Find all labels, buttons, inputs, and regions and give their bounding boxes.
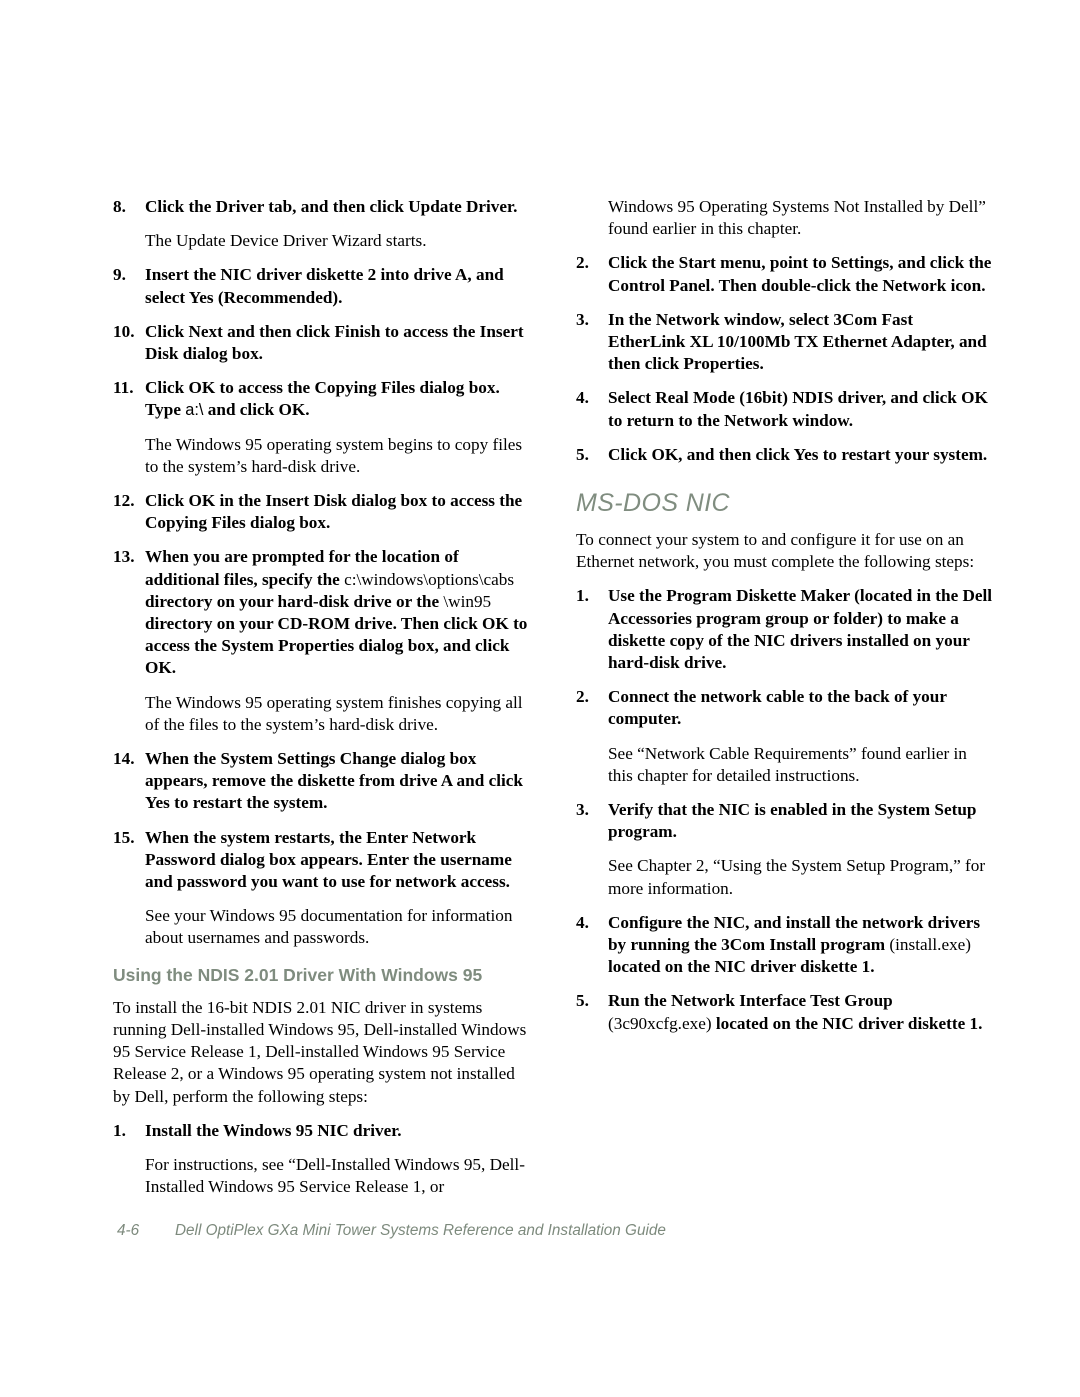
step-number: 9.	[113, 265, 126, 285]
section-heading: MS-DOS NIC	[576, 489, 730, 518]
inline-bold: Insert the NIC driver diskette 2 into dr…	[145, 265, 504, 307]
document-page: 8. Click the Driver tab, and then click U…	[0, 0, 1080, 1397]
step-text: Click OK in the Insert Disk dialog box t…	[145, 490, 530, 534]
step-number: 3.	[576, 800, 589, 820]
inline-path: a:\	[185, 401, 204, 420]
body-paragraph: The Update Device Driver Wizard starts.	[145, 231, 427, 251]
step-number: 13.	[113, 547, 135, 567]
numbered-step: 11. Click OK to access the Copying Files …	[113, 377, 530, 421]
page-footer: 4-6 Dell OptiPlex GXa Mini Tower Systems…	[117, 1222, 977, 1240]
numbered-step: 3. Verify that the NIC is enabled in the …	[576, 799, 993, 843]
step-text: Use the Program Diskette Maker (located …	[608, 585, 993, 674]
step-text: Select Real Mode (16bit) NDIS driver, an…	[608, 387, 993, 431]
step-text: Connect the network cable to the back of…	[608, 686, 993, 730]
step-text: Click the Driver tab, and then click Upd…	[145, 196, 530, 218]
numbered-step: 1. Install the Windows 95 NIC driver.	[113, 1120, 530, 1142]
inline-literal: (3c90xcfg.exe)	[608, 1013, 712, 1033]
inline-bold: Click OK, and then click Yes to restart …	[608, 444, 988, 464]
footer-document-title: Dell OptiPlex GXa Mini Tower Systems Ref…	[175, 1222, 666, 1239]
inline-bold: Click OK in the Insert Disk dialog box t…	[145, 491, 523, 533]
numbered-step: 15. When the system restarts, the Enter N…	[113, 827, 530, 894]
numbered-step: 10. Click Next and then click Finish to a…	[113, 321, 530, 365]
step-number: 11.	[113, 378, 134, 398]
body-paragraph: To connect your system to and configure …	[576, 530, 975, 572]
subsection-heading: Using the NDIS 2.01 Driver With Windows …	[113, 964, 483, 985]
step-number: 10.	[113, 321, 135, 341]
step-text: When you are prompted for the location o…	[145, 546, 530, 679]
inline-bold: Use the Program Diskette Maker (located …	[608, 586, 993, 673]
step-number: 5.	[576, 991, 589, 1011]
step-text: In the Network window, select 3Com Fast …	[608, 309, 993, 376]
numbered-step: 5. Run the Network Interface Test Group (…	[576, 990, 993, 1034]
step-text: Click the Start menu, point to Settings,…	[608, 252, 993, 296]
step-number: 2.	[576, 687, 589, 707]
inline-bold: Select Real Mode (16bit) NDIS driver, an…	[608, 388, 988, 430]
body-paragraph: See “Network Cable Requirements” found e…	[608, 743, 967, 785]
step-text: Click OK, and then click Yes to restart …	[608, 444, 993, 466]
step-number: 1.	[113, 1120, 126, 1140]
step-number: 1.	[576, 586, 589, 606]
inline-literal: (install.exe)	[889, 935, 972, 955]
inline-bold: directory on your hard-disk drive or the	[145, 591, 444, 611]
numbered-step: 13. When you are prompted for the locatio…	[113, 546, 530, 679]
inline-literal: \win95	[443, 591, 492, 611]
step-text: When the System Settings Change dialog b…	[145, 748, 530, 815]
numbered-step: 12. Click OK in the Insert Disk dialog bo…	[113, 490, 530, 534]
step-number: 15.	[113, 827, 135, 847]
step-text: Click Next and then click Finish to acce…	[145, 321, 530, 365]
inline-bold: located on the NIC driver diskette 1.	[711, 1013, 983, 1033]
inline-bold: located on the NIC driver diskette 1.	[608, 957, 875, 977]
numbered-step: 9. Insert the NIC driver diskette 2 into …	[113, 264, 530, 308]
step-text: Run the Network Interface Test Group (3c…	[608, 990, 993, 1034]
step-number: 8.	[113, 197, 126, 216]
inline-literal: c:\windows\options\cabs	[344, 569, 515, 589]
step-number: 14.	[113, 749, 135, 769]
two-column-body: 8. Click the Driver tab, and then click U…	[113, 196, 993, 1210]
step-number: 5.	[576, 444, 589, 464]
numbered-step: 4. Select Real Mode (16bit) NDIS driver, …	[576, 387, 993, 431]
inline-bold: Click the Driver tab, and then click Upd…	[145, 197, 518, 216]
step-text: When the system restarts, the Enter Netw…	[145, 827, 530, 894]
step-text: Verify that the NIC is enabled in the Sy…	[608, 799, 993, 843]
inline-bold: Click Next and then click Finish to acce…	[145, 321, 524, 364]
step-number: 12.	[113, 491, 135, 511]
step-text: Configure the NIC, and install the netwo…	[608, 912, 993, 979]
step-number: 2.	[576, 253, 589, 273]
footer-page-number: 4-6	[117, 1222, 140, 1239]
inline-bold: When the system restarts, the Enter Netw…	[145, 827, 512, 892]
numbered-step: 2. Connect the network cable to the back …	[576, 686, 993, 730]
inline-bold: and click OK.	[203, 400, 310, 420]
numbered-step: 5. Click OK, and then click Yes to restar…	[576, 444, 993, 466]
inline-bold: Run the Network Interface Test Group	[608, 991, 893, 1011]
body-paragraph: To install the 16-bit NDIS 2.01 NIC driv…	[113, 997, 527, 1106]
numbered-step: 8. Click the Driver tab, and then click U…	[113, 196, 530, 218]
inline-bold: directory on your CD-ROM drive. Then cli…	[145, 614, 528, 678]
inline-bold: When the System Settings Change dialog b…	[145, 749, 523, 813]
inline-bold: Connect the network cable to the back of…	[608, 687, 947, 729]
body-paragraph: See your Windows 95 documentation for in…	[145, 906, 513, 948]
step-text: Click OK to access the Copying Files dia…	[145, 377, 530, 421]
body-paragraph: See Chapter 2, “Using the System Setup P…	[608, 856, 986, 898]
body-paragraph: The Windows 95 operating system finishes…	[145, 692, 523, 734]
numbered-step: 3. In the Network window, select 3Com Fas…	[576, 309, 993, 376]
body-paragraph: For instructions, see “Dell-Installed Wi…	[145, 1154, 525, 1197]
numbered-step: 1. Use the Program Diskette Maker (locate…	[576, 585, 993, 674]
inline-bold: Click the Start menu, point to Settings,…	[608, 253, 992, 295]
numbered-step: 4. Configure the NIC, and install the net…	[576, 912, 993, 979]
body-paragraph: The Windows 95 operating system begins t…	[145, 434, 523, 476]
numbered-step: 14. When the System Settings Change dialo…	[113, 748, 530, 815]
step-number: 4.	[576, 912, 589, 932]
step-text: Insert the NIC driver diskette 2 into dr…	[145, 264, 530, 308]
left-column: 8. Click the Driver tab, and then click U…	[113, 196, 530, 1210]
inline-bold: In the Network window, select 3Com Fast …	[608, 309, 987, 374]
right-column: Windows 95 Operating Systems Not Install…	[576, 196, 993, 1210]
step-number: 4.	[576, 388, 589, 408]
inline-bold: Verify that the NIC is enabled in the Sy…	[608, 800, 977, 842]
step-number: 3.	[576, 309, 589, 329]
numbered-step: 2. Click the Start menu, point to Setting…	[576, 252, 993, 296]
step-text: Install the Windows 95 NIC driver.	[145, 1120, 530, 1142]
body-paragraph: Windows 95 Operating Systems Not Install…	[608, 197, 986, 239]
inline-bold: Install the Windows 95 NIC driver.	[145, 1120, 402, 1140]
